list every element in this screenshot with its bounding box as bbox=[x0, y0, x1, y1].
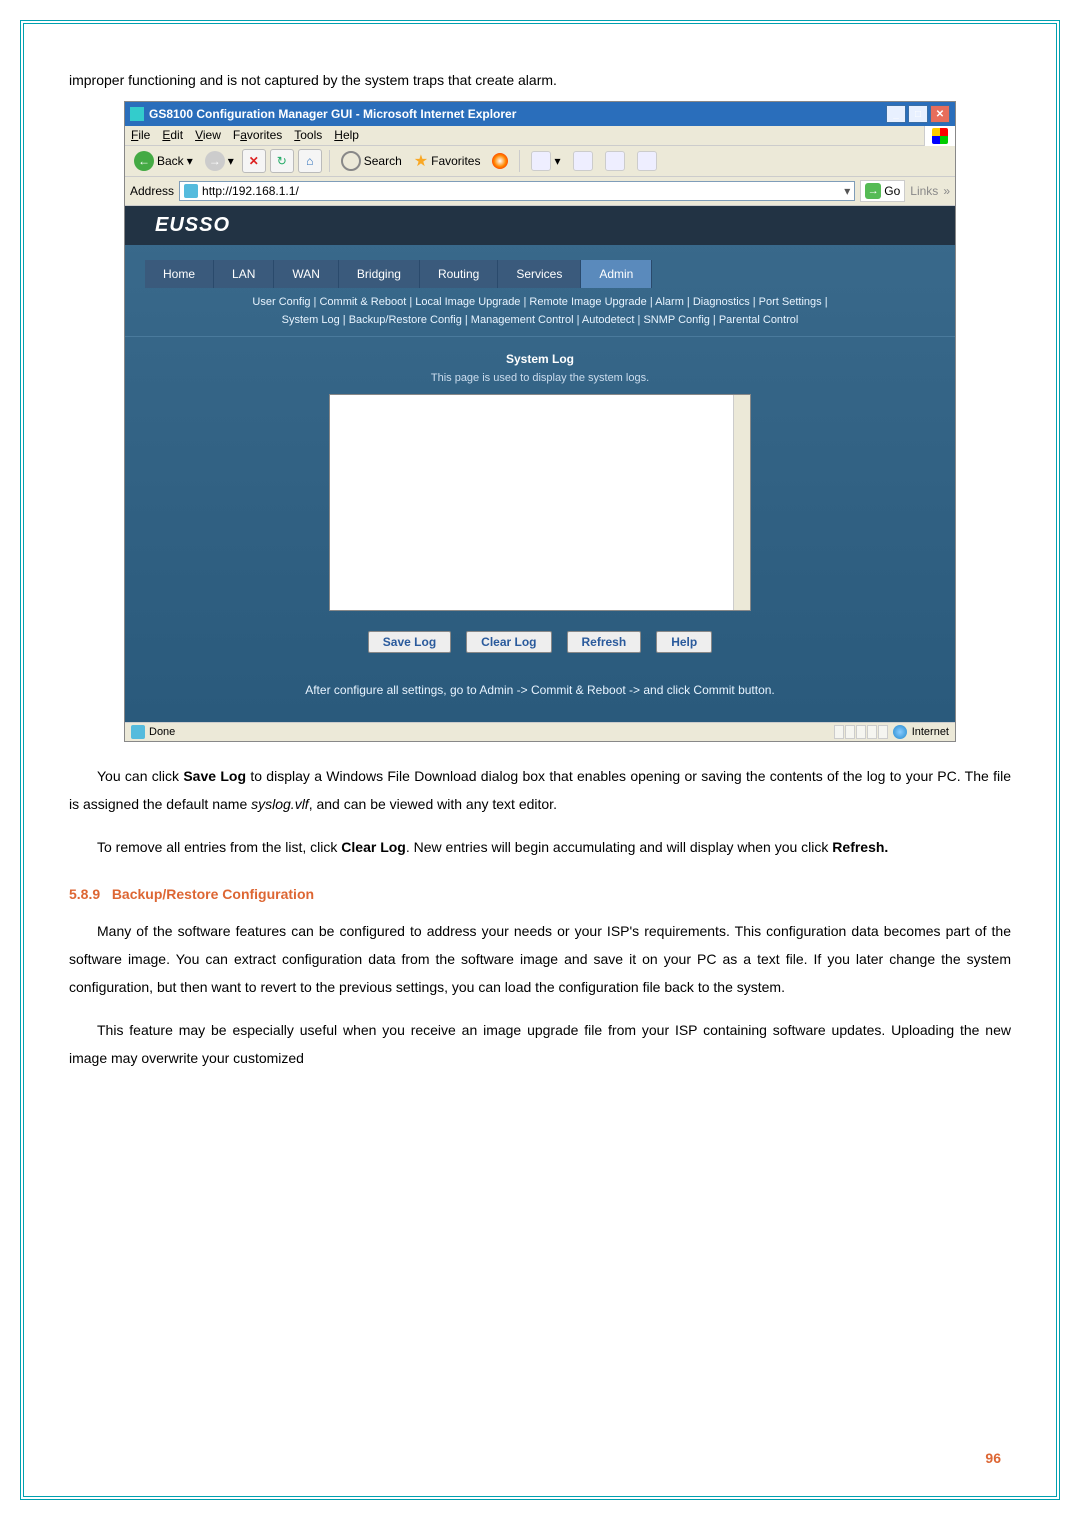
media-icon bbox=[492, 153, 508, 169]
status-icon bbox=[131, 725, 145, 739]
edit-icon bbox=[637, 151, 657, 171]
windows-flag-icon bbox=[924, 126, 955, 146]
star-icon: ★ bbox=[414, 151, 428, 171]
action-row: Save Log Clear Log Refresh Help bbox=[125, 631, 955, 653]
search-button[interactable]: Search bbox=[337, 149, 406, 173]
media-button[interactable] bbox=[488, 151, 512, 171]
status-text: Done bbox=[149, 726, 175, 738]
go-button[interactable]: → Go bbox=[860, 180, 905, 202]
dropdown-icon[interactable]: ▾ bbox=[844, 184, 850, 198]
paragraph-2: To remove all entries from the list, cli… bbox=[69, 833, 1011, 861]
address-url: http://192.168.1.1/ bbox=[202, 184, 299, 198]
status-bar: Done Internet bbox=[125, 722, 955, 741]
address-label: Address bbox=[130, 184, 174, 198]
zone-text: Internet bbox=[912, 726, 949, 738]
paragraph-4: This feature may be especially useful wh… bbox=[69, 1016, 1011, 1072]
menu-view[interactable]: View bbox=[195, 128, 221, 143]
maximize-button[interactable]: □ bbox=[908, 105, 928, 123]
menu-tools[interactable]: Tools bbox=[294, 128, 322, 143]
page-heading: System Log bbox=[125, 352, 955, 366]
toolbar: ← Back ▾ → ▾ ✕ ↻ ⌂ Search ★ Favorites ▾ bbox=[125, 146, 955, 177]
tab-bridging[interactable]: Bridging bbox=[339, 260, 420, 288]
address-input[interactable]: http://192.168.1.1/ ▾ bbox=[179, 181, 855, 201]
tab-lan[interactable]: LAN bbox=[214, 260, 274, 288]
refresh-button[interactable]: Refresh bbox=[567, 631, 642, 653]
links-label[interactable]: Links bbox=[910, 184, 938, 198]
toolbar-separator bbox=[329, 150, 330, 172]
mail-icon bbox=[573, 151, 593, 171]
mail-button[interactable] bbox=[569, 149, 597, 173]
forward-icon: → bbox=[205, 151, 225, 171]
forward-button[interactable]: → ▾ bbox=[201, 149, 238, 173]
paragraph-1: You can click Save Log to display a Wind… bbox=[69, 762, 1011, 818]
router-ui: EUSSO Home LAN WAN Bridging Routing Serv… bbox=[125, 206, 955, 721]
progress-indicator bbox=[834, 725, 888, 739]
tab-routing[interactable]: Routing bbox=[420, 260, 498, 288]
help-button[interactable]: Help bbox=[656, 631, 712, 653]
tab-wan[interactable]: WAN bbox=[274, 260, 339, 288]
tab-services[interactable]: Services bbox=[498, 260, 581, 288]
home-icon: ⌂ bbox=[306, 154, 313, 168]
stop-icon: ✕ bbox=[249, 154, 259, 168]
favorites-button[interactable]: ★ Favorites bbox=[410, 149, 485, 173]
refresh-icon: ↻ bbox=[277, 154, 287, 168]
page-number: 96 bbox=[985, 1450, 1001, 1466]
sub-nav[interactable]: User Config | Commit & Reboot | Local Im… bbox=[125, 288, 955, 336]
edit-button[interactable] bbox=[633, 149, 661, 173]
menu-favorites[interactable]: Favorites bbox=[233, 128, 282, 143]
ie-window: GS8100 Configuration Manager GUI - Micro… bbox=[124, 101, 956, 741]
window-titlebar: GS8100 Configuration Manager GUI - Micro… bbox=[125, 102, 955, 126]
paragraph-3: Many of the software features can be con… bbox=[69, 917, 1011, 1001]
app-icon bbox=[130, 107, 144, 121]
go-icon: → bbox=[865, 183, 881, 199]
address-bar: Address http://192.168.1.1/ ▾ → Go Links… bbox=[125, 177, 955, 206]
refresh-button[interactable]: ↻ bbox=[270, 149, 294, 173]
menu-help[interactable]: Help bbox=[334, 128, 359, 143]
search-icon bbox=[341, 151, 361, 171]
menu-edit[interactable]: Edit bbox=[162, 128, 183, 143]
history-icon bbox=[531, 151, 551, 171]
back-button[interactable]: ← Back ▾ bbox=[130, 149, 197, 173]
links-chevron-icon[interactable]: » bbox=[943, 184, 950, 198]
intro-line: improper functioning and is not captured… bbox=[69, 69, 1011, 91]
stop-button[interactable]: ✕ bbox=[242, 149, 266, 173]
main-tabs: Home LAN WAN Bridging Routing Services A… bbox=[145, 260, 955, 288]
page-icon bbox=[184, 184, 198, 198]
history-button[interactable]: ▾ bbox=[527, 149, 564, 173]
toolbar-separator bbox=[519, 150, 520, 172]
print-icon bbox=[605, 151, 625, 171]
section-heading: 5.8.9 Backup/Restore Configuration bbox=[69, 886, 1011, 902]
print-button[interactable] bbox=[601, 149, 629, 173]
back-icon: ← bbox=[134, 151, 154, 171]
tab-home[interactable]: Home bbox=[145, 260, 214, 288]
clear-log-button[interactable]: Clear Log bbox=[466, 631, 551, 653]
menu-file[interactable]: File bbox=[131, 128, 150, 143]
tab-admin[interactable]: Admin bbox=[581, 260, 652, 288]
page-subheading: This page is used to display the system … bbox=[125, 372, 955, 384]
globe-icon bbox=[893, 725, 907, 739]
log-textarea[interactable] bbox=[329, 394, 751, 611]
close-button[interactable]: ✕ bbox=[930, 105, 950, 123]
menubar: File Edit View Favorites Tools Help bbox=[125, 126, 924, 146]
save-log-button[interactable]: Save Log bbox=[368, 631, 451, 653]
footer-hint: After configure all settings, go to Admi… bbox=[125, 673, 955, 707]
window-title: GS8100 Configuration Manager GUI - Micro… bbox=[149, 107, 516, 121]
home-button[interactable]: ⌂ bbox=[298, 149, 322, 173]
minimize-button[interactable]: _ bbox=[886, 105, 906, 123]
brand-logo: EUSSO bbox=[125, 206, 955, 245]
